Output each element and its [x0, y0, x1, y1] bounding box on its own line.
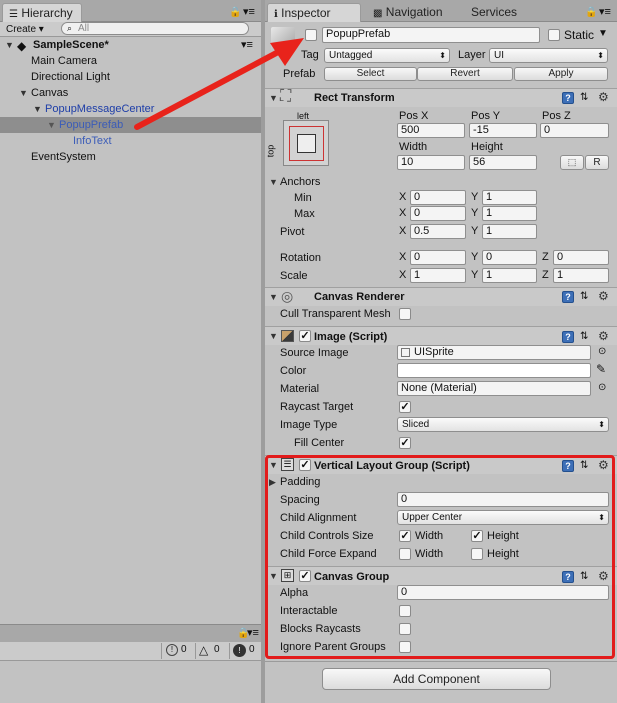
arrow-shaft — [134, 47, 285, 130]
annotation-arrow — [134, 38, 304, 130]
